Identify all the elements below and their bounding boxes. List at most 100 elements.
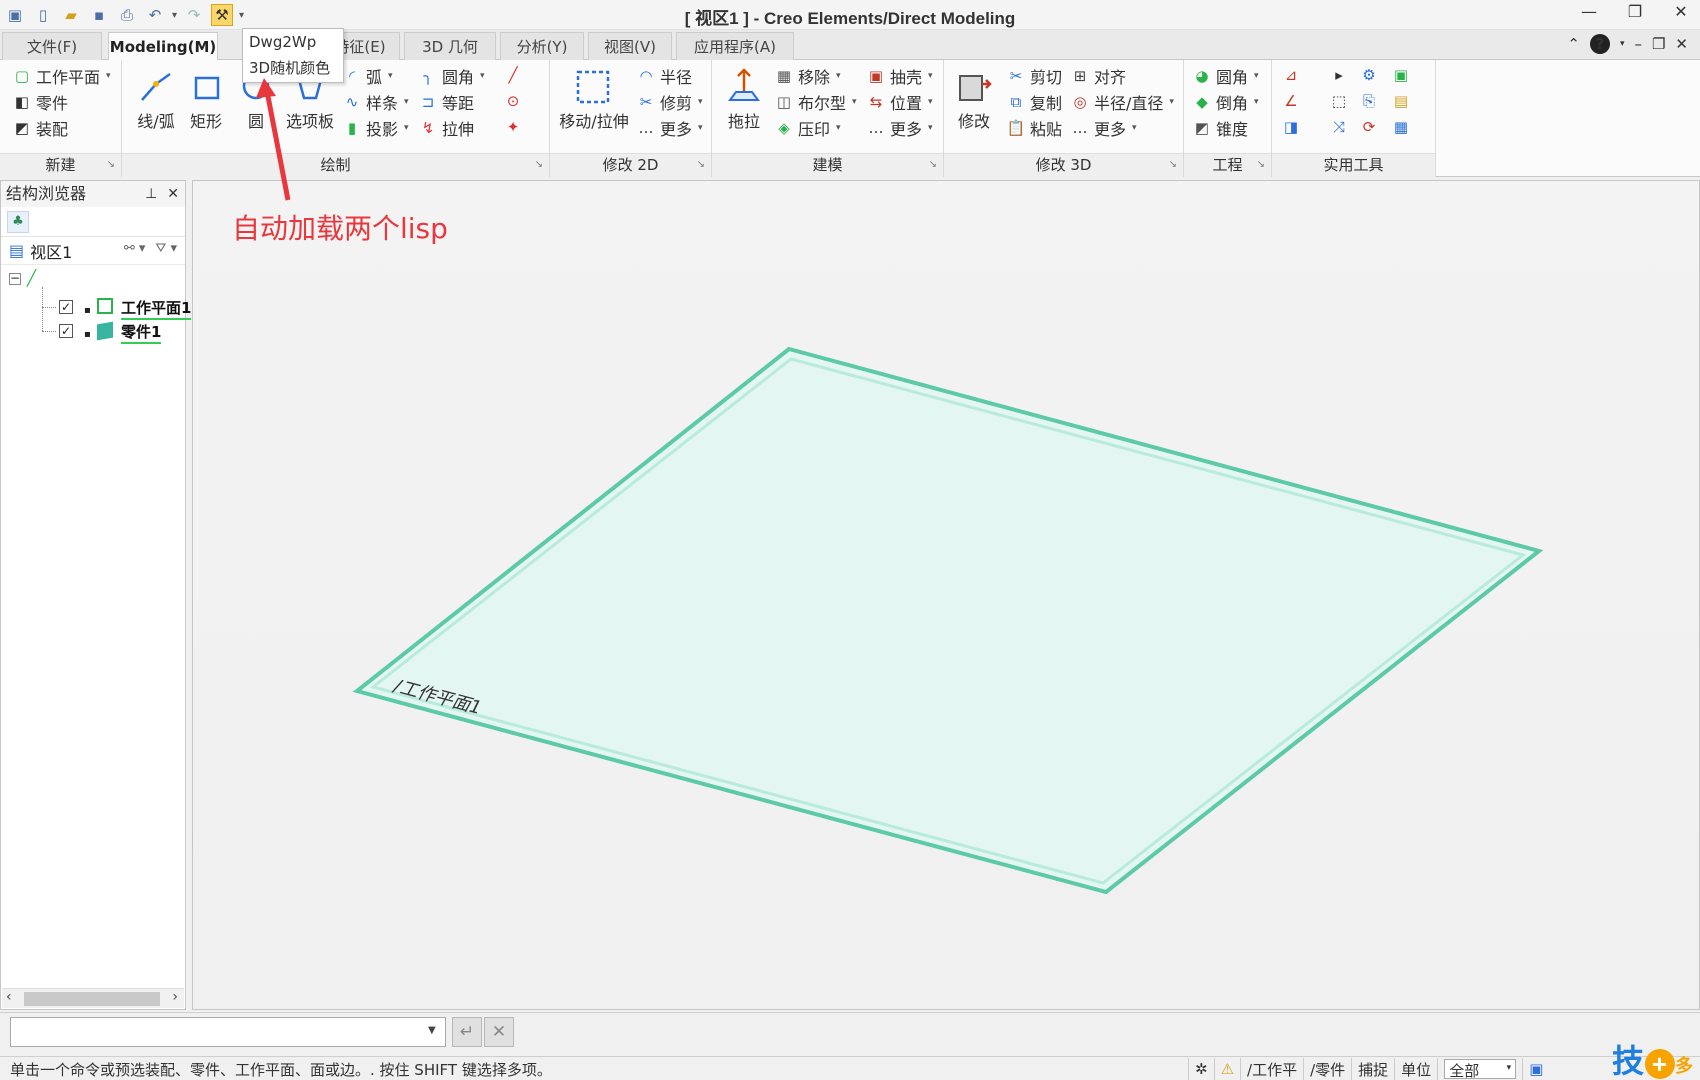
- tab-modeling[interactable]: Modeling(M): [108, 32, 218, 61]
- tab-3d-geometry[interactable]: 3D 几何: [404, 32, 496, 60]
- select-box-icon[interactable]: ⬚: [1328, 90, 1350, 112]
- tree-item-workplane[interactable]: 工作平面1: [121, 297, 192, 320]
- pin-icon[interactable]: ⊥: [145, 181, 157, 207]
- help-dropdown-icon[interactable]: ▾: [1620, 39, 1625, 49]
- paste-button[interactable]: 📋 粘贴: [1006, 116, 1062, 140]
- angle-icon[interactable]: ∠: [1280, 90, 1302, 112]
- point-tool-icon[interactable]: ⊙: [502, 90, 524, 112]
- report-icon[interactable]: ⎘: [1358, 90, 1380, 112]
- transform-icon[interactable]: ⤨: [1328, 116, 1350, 138]
- pull-button[interactable]: 拖拉: [716, 64, 772, 132]
- frame-icon[interactable]: ▣: [1390, 64, 1412, 86]
- radius-diameter-button[interactable]: ◎ 半径/直径 ▾: [1070, 90, 1173, 114]
- tab-file[interactable]: 文件(F): [2, 32, 102, 60]
- minimize-icon[interactable]: —: [1580, 2, 1598, 21]
- part-visibility-checkbox[interactable]: ✓: [59, 324, 73, 338]
- trim-button[interactable]: ✂ 修剪 ▾: [636, 90, 703, 114]
- tab-analysis[interactable]: 分析(Y): [500, 32, 584, 60]
- viewport-canvas[interactable]: /工作平面1: [193, 181, 1700, 1011]
- cut-button[interactable]: ✂ 剪切: [1006, 64, 1062, 88]
- dialog-launcher-icon[interactable]: ↘: [107, 154, 115, 176]
- doc-minimize-icon[interactable]: –: [1634, 35, 1642, 53]
- dialog-launcher-icon[interactable]: ↘: [929, 154, 937, 176]
- binoculars-icon[interactable]: ⚯ ▾: [124, 241, 146, 256]
- new-assembly-button[interactable]: ◩ 装配: [12, 116, 68, 140]
- fillet-3d-button[interactable]: ◕ 圆角 ▾: [1192, 64, 1258, 88]
- tools-icon[interactable]: ⚙: [1358, 64, 1380, 86]
- project-button[interactable]: ▮ 投影 ▾: [342, 116, 409, 140]
- restore-icon[interactable]: ❐: [1626, 2, 1644, 21]
- align-button[interactable]: ⊞ 对齐: [1070, 64, 1126, 88]
- chamfer-button[interactable]: ◆ 倒角 ▾: [1192, 90, 1258, 114]
- menu-item-dwg2wp[interactable]: Dwg2Wp: [243, 29, 343, 55]
- bug-icon[interactable]: ✲: [1188, 1058, 1214, 1080]
- more-2d-button[interactable]: … 更多 ▾: [636, 116, 703, 140]
- radius-button[interactable]: ◠ 半径: [636, 64, 692, 88]
- doc-restore-icon[interactable]: ❐: [1652, 35, 1665, 53]
- scroll-right-icon[interactable]: ›: [172, 989, 178, 1005]
- offset-button[interactable]: ⊐ 等距: [418, 90, 474, 114]
- section-icon[interactable]: ◨: [1280, 116, 1302, 138]
- more-modeling-button[interactable]: … 更多 ▾: [866, 116, 933, 140]
- stretch-button[interactable]: ↯ 拉伸: [418, 116, 474, 140]
- imprint-button[interactable]: ◈ 压印 ▾: [774, 116, 840, 140]
- command-history-dropdown-icon[interactable]: ▼: [428, 1025, 436, 1036]
- construction-tool-icon[interactable]: ✦: [502, 116, 524, 138]
- status-workplane[interactable]: /工作平: [1240, 1058, 1303, 1080]
- refresh-icon[interactable]: ⟳: [1358, 116, 1380, 138]
- new-workplane-button[interactable]: ▢ 工作平面 ▾: [12, 64, 111, 88]
- filter-icon[interactable]: ⛛ ▾: [155, 241, 177, 256]
- line-arc-button[interactable]: 线/弧: [128, 64, 184, 132]
- browser-horizontal-scrollbar[interactable]: ‹ ›: [2, 988, 184, 1008]
- tree-view-icon[interactable]: ♣: [7, 210, 29, 233]
- dialog-launcher-icon[interactable]: ↘: [697, 154, 705, 176]
- position-button[interactable]: ⇆ 位置 ▾: [866, 90, 933, 114]
- remove-button[interactable]: ▦ 移除 ▾: [774, 64, 841, 88]
- help-icon[interactable]: ?: [1589, 34, 1610, 54]
- measure-icon[interactable]: ⊿: [1280, 64, 1302, 86]
- selection-filter-select[interactable]: 全部 ▾: [1444, 1059, 1517, 1080]
- view-selector[interactable]: ▤ 视区1 ⚯ ▾ ⛛ ▾: [1, 237, 185, 265]
- copy-button[interactable]: ⧉ 复制: [1006, 90, 1062, 114]
- collapse-ribbon-icon[interactable]: ⌃: [1567, 35, 1580, 53]
- warning-icon[interactable]: ⚠: [1213, 1058, 1240, 1080]
- display-mode-icon[interactable]: ▣: [1522, 1058, 1549, 1080]
- folder-icon[interactable]: ▤: [1390, 90, 1412, 112]
- menu-item-random-color[interactable]: 3D随机颜色: [243, 55, 343, 81]
- dialog-launcher-icon[interactable]: ↘: [1169, 154, 1177, 176]
- line-tool-icon[interactable]: ╱: [502, 64, 524, 86]
- boolean-button[interactable]: ◫ 布尔型 ▾: [774, 90, 857, 114]
- tree-item-part[interactable]: 零件1: [121, 321, 162, 344]
- close-icon[interactable]: ✕: [1672, 2, 1690, 21]
- tab-applications[interactable]: 应用程序(A): [676, 32, 794, 60]
- tab-view[interactable]: 视图(V): [588, 32, 672, 60]
- move-stretch-button[interactable]: 移动/拉伸: [554, 64, 634, 132]
- new-part-button[interactable]: ◧ 零件: [12, 90, 68, 114]
- rectangle-button[interactable]: 矩形: [178, 64, 234, 132]
- arc-button[interactable]: ◜ 弧 ▾: [342, 64, 392, 88]
- status-units[interactable]: 单位: [1394, 1058, 1437, 1080]
- dialog-launcher-icon[interactable]: ↘: [1257, 154, 1265, 176]
- modify-button[interactable]: 修改: [946, 64, 1002, 132]
- status-part[interactable]: /零件: [1303, 1058, 1351, 1080]
- shell-button[interactable]: ▣ 抽壳 ▾: [866, 64, 933, 88]
- 3d-viewport[interactable]: /工作平面1: [192, 180, 1700, 1010]
- workplane-visibility-checkbox[interactable]: ✓: [59, 300, 73, 314]
- status-snap[interactable]: 捕捉: [1351, 1058, 1394, 1080]
- scroll-thumb[interactable]: [24, 992, 160, 1006]
- collapse-node-icon[interactable]: −: [9, 272, 21, 285]
- dialog-launcher-icon[interactable]: ↘: [535, 154, 543, 176]
- doc-close-icon[interactable]: ✕: [1675, 35, 1688, 53]
- table-icon[interactable]: ▦: [1390, 116, 1412, 138]
- command-input[interactable]: [10, 1017, 446, 1047]
- more-3d-button[interactable]: … 更多 ▾: [1070, 116, 1137, 140]
- draft-button[interactable]: ◩ 锥度: [1192, 116, 1248, 140]
- close-icon[interactable]: ✕: [167, 181, 179, 207]
- command-enter-button[interactable]: ↵: [452, 1017, 482, 1047]
- spline-button[interactable]: ∿ 样条 ▾: [342, 90, 409, 114]
- fillet-2d-button[interactable]: ╮ 圆角 ▾: [418, 64, 484, 88]
- scroll-left-icon[interactable]: ‹: [6, 989, 12, 1005]
- select-cursor-icon[interactable]: ▸: [1328, 64, 1350, 86]
- workplane-surface[interactable]: [352, 346, 1544, 895]
- command-cancel-button[interactable]: ✕: [484, 1017, 514, 1047]
